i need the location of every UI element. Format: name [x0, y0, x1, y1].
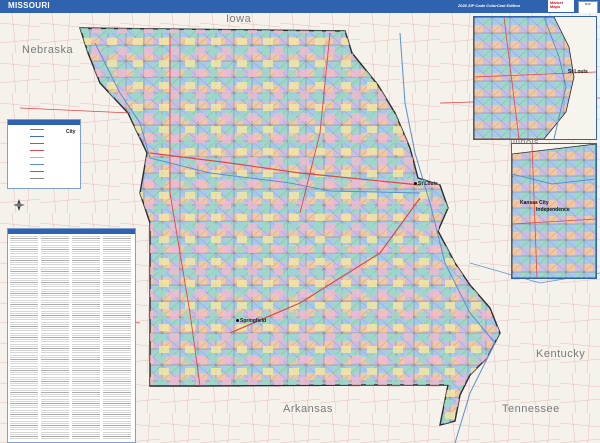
inset-st-louis: St Louis	[473, 16, 597, 140]
arkansas-label: Arkansas	[283, 403, 333, 415]
index-column	[103, 236, 131, 440]
nebraska-label: Nebraska	[22, 44, 74, 56]
map-legend: City	[7, 119, 81, 189]
legend-header	[8, 120, 80, 125]
index-column	[41, 236, 69, 440]
inset-city-kansas-city: Kansas City	[520, 200, 549, 206]
city-dot-icon	[414, 182, 417, 186]
index-column	[72, 236, 100, 440]
publisher-logo: Market Maps	[548, 0, 574, 12]
publisher-logo-text: Market Maps	[550, 0, 563, 9]
inset-city-independence: Independence	[536, 207, 570, 213]
legend-row	[10, 170, 78, 173]
inset-city-st-louis: St Louis	[568, 69, 588, 75]
legend-row	[10, 149, 78, 152]
city-springfield: Springfield	[236, 318, 266, 324]
inset-st-louis-map	[474, 17, 596, 139]
legend-row	[10, 142, 78, 145]
legend-row	[10, 177, 78, 180]
map-poster: MISSOURI 2020 ZIP Code ColorCast Edition…	[0, 0, 600, 443]
kentucky-label: Kentucky	[536, 348, 586, 360]
iowa-label: Iowa	[226, 13, 252, 25]
tennessee-label: Tennessee	[502, 403, 560, 415]
map-title: MISSOURI	[8, 1, 50, 10]
title-bar: MISSOURI 2020 ZIP Code ColorCast Edition…	[0, 0, 600, 14]
legend-row	[10, 135, 78, 138]
inset-kansas-city: Kansas City Independence	[511, 143, 597, 279]
city-dot-icon	[236, 319, 239, 323]
index-column	[10, 236, 38, 440]
index-header	[8, 229, 135, 234]
legend-row	[10, 163, 78, 166]
zip-code-index	[7, 228, 136, 443]
legend-row	[10, 156, 78, 159]
edition-label: 2020 ZIP Code ColorCast Edition	[458, 3, 521, 8]
legend-city-label: City	[66, 129, 76, 135]
compass-icon	[12, 198, 26, 212]
index-body	[10, 236, 133, 440]
city-st-louis: St Louis	[414, 181, 438, 187]
